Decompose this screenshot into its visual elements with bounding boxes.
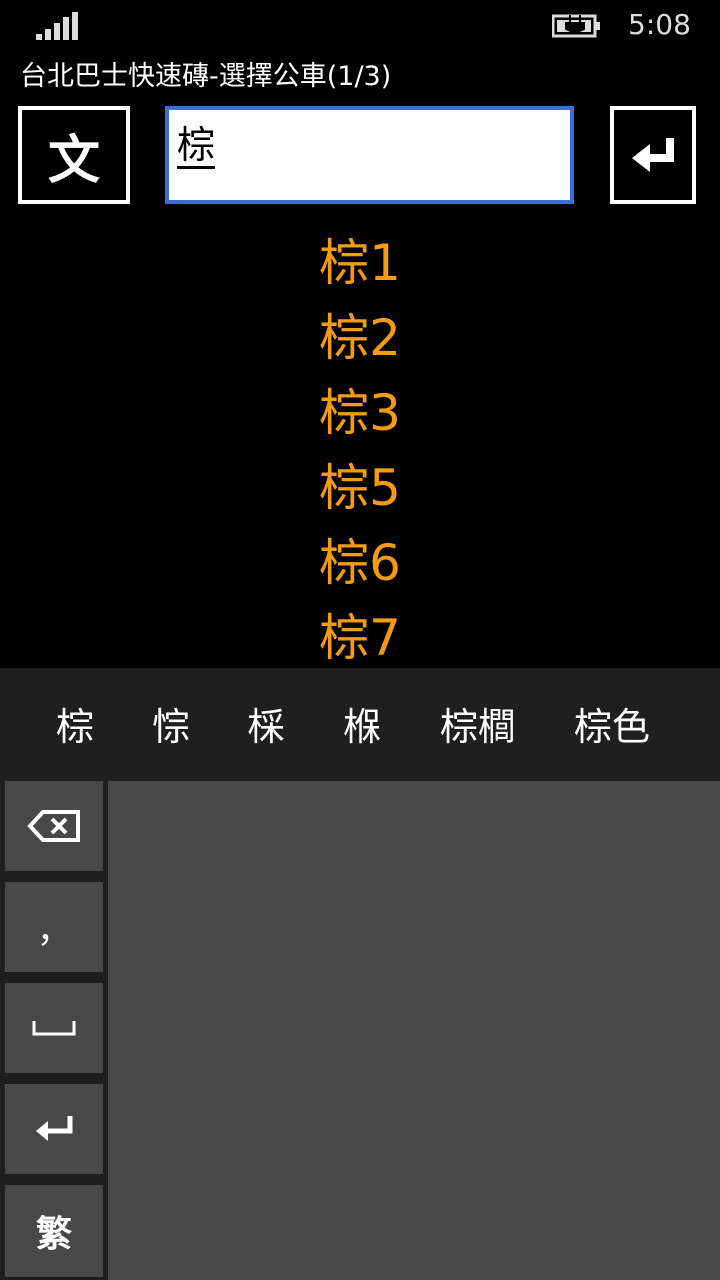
route-item[interactable]: 棕7 xyxy=(0,601,720,668)
keyboard: ， 繁 xyxy=(0,781,720,1280)
candidate-item[interactable]: 棌 xyxy=(247,696,285,751)
space-icon xyxy=(32,1021,76,1036)
route-item[interactable]: 棕3 xyxy=(0,376,720,451)
route-list: 棕1 棕2 棕3 棕5 棕6 棕7 xyxy=(0,226,720,668)
backspace-icon xyxy=(27,810,80,842)
candidate-item[interactable]: 棕櫚 xyxy=(440,696,516,751)
page-title: 台北巴士快速磚-選擇公車(1/3) xyxy=(20,61,392,92)
enter-icon xyxy=(36,1116,73,1141)
enter-key[interactable] xyxy=(5,1084,103,1174)
comma-label: ， xyxy=(37,910,71,951)
status-bar: 5:08 xyxy=(0,0,720,50)
enter-icon xyxy=(632,138,674,172)
route-item[interactable]: 棕6 xyxy=(0,526,720,601)
signal-bars-icon xyxy=(36,12,78,40)
enter-button[interactable] xyxy=(610,106,696,204)
backspace-key[interactable] xyxy=(5,781,103,871)
handwriting-area[interactable] xyxy=(108,781,720,1280)
candidate-item[interactable]: 棕色 xyxy=(574,696,650,751)
language-button[interactable]: 文 xyxy=(18,106,130,204)
comma-key[interactable]: ， xyxy=(5,882,103,972)
search-input[interactable]: 棕 xyxy=(165,106,574,204)
space-key[interactable] xyxy=(5,983,103,1073)
search-value: 棕 xyxy=(177,123,216,169)
battery-charging-icon xyxy=(552,14,600,38)
candidate-item[interactable]: 棕 xyxy=(56,696,94,751)
mode-key[interactable]: 繁 xyxy=(5,1185,103,1277)
language-label: 文 xyxy=(47,130,100,191)
candidate-item[interactable]: 椺 xyxy=(343,696,381,751)
candidate-bar: 棕 悰 棌 椺 棕櫚 棕色 xyxy=(0,668,720,781)
route-item[interactable]: 棕1 xyxy=(0,226,720,301)
route-item[interactable]: 棕2 xyxy=(0,301,720,376)
clock: 5:08 xyxy=(628,8,691,41)
candidate-item[interactable]: 悰 xyxy=(152,696,190,751)
route-item[interactable]: 棕5 xyxy=(0,451,720,526)
mode-label: 繁 xyxy=(35,1214,72,1255)
